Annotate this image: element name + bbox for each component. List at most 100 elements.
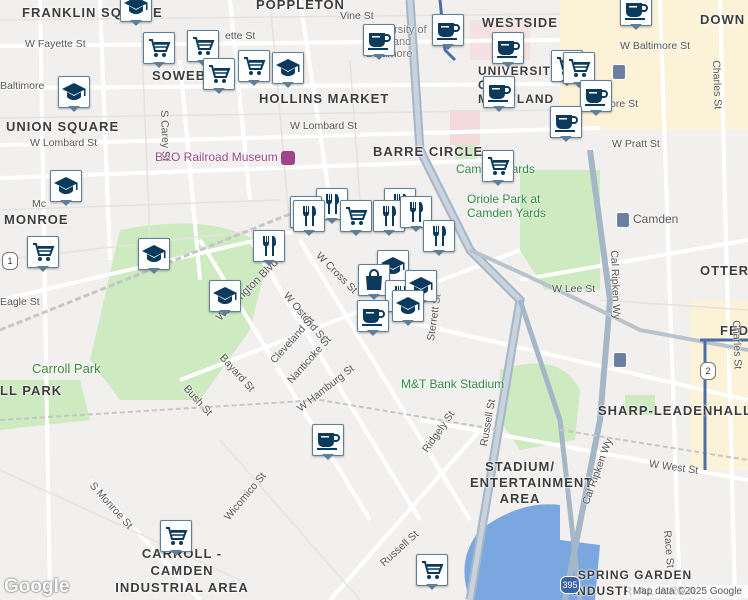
cafe-pin[interactable]	[432, 14, 464, 50]
label-mt-bank-stadium[interactable]: M&T Bank Stadium	[401, 377, 504, 391]
graduation-cap-icon	[62, 81, 86, 103]
street-baltimore-west: Baltimore	[0, 80, 45, 92]
school-pin[interactable]	[138, 238, 170, 274]
cart-icon	[242, 55, 266, 77]
street-carey: S Carey St	[158, 110, 172, 162]
school-pin[interactable]	[272, 52, 304, 88]
cart-icon	[486, 155, 510, 177]
label-carroll-park: Carroll Park	[32, 361, 101, 376]
cart-icon	[207, 63, 231, 85]
street-fayette: W Fayette St	[25, 38, 86, 50]
street-baltimore-frag: ore St	[610, 98, 639, 110]
cafe-pin[interactable]	[483, 76, 515, 112]
cart-icon	[147, 37, 171, 59]
cart-icon	[420, 559, 444, 581]
coffee-cup-icon	[624, 0, 648, 21]
restaurant-pin[interactable]	[423, 220, 455, 256]
cafe-pin[interactable]	[312, 424, 344, 460]
museum-icon	[281, 150, 296, 165]
label-camden-station[interactable]: Camden	[616, 212, 678, 228]
interstate-shield: 395	[560, 576, 580, 594]
coffee-cup-icon	[361, 305, 385, 327]
graduation-cap-icon	[142, 243, 166, 265]
fork-knife-icon	[377, 205, 401, 227]
restaurant-pin[interactable]	[293, 200, 325, 236]
graduation-cap-icon	[396, 295, 420, 317]
coffee-cup-icon	[554, 111, 578, 133]
label-otterbein: OTTERBE	[700, 263, 748, 278]
map-credit[interactable]: Map data ©2025 Google	[626, 585, 748, 598]
street-vine: Vine St	[340, 10, 374, 22]
cafe-pin[interactable]	[357, 300, 389, 336]
street-charles-south: Charles St	[730, 320, 744, 370]
school-pin[interactable]	[392, 290, 424, 326]
grocery-pin[interactable]	[340, 200, 372, 236]
school-pin[interactable]	[120, 0, 152, 26]
label-stadium-area: STADIUM/ ENTERTAINMENT AREA	[470, 459, 594, 506]
grocery-pin[interactable]	[143, 32, 175, 68]
grocery-pin[interactable]	[160, 520, 192, 556]
transit-icon	[612, 64, 626, 80]
coffee-cup-icon	[436, 19, 460, 41]
label-poppleton: POPPLETON	[256, 0, 345, 12]
label-barre-circle: BARRE CIRCLE	[373, 144, 484, 159]
grocery-pin[interactable]	[27, 236, 59, 272]
graduation-cap-icon	[213, 285, 237, 307]
label-union-square: UNION SQUARE	[6, 119, 120, 134]
coffee-cup-icon	[496, 37, 520, 59]
coffee-cup-icon	[487, 81, 511, 103]
coffee-cup-icon	[584, 85, 608, 107]
street-mc: Mc	[32, 198, 46, 210]
label-oriole-park[interactable]: Oriole Park at Camden Yards	[467, 192, 567, 220]
route-shield: 1	[2, 252, 18, 270]
graduation-cap-icon	[54, 175, 78, 197]
label-downtown: DOWN	[700, 12, 746, 27]
grocery-pin[interactable]	[203, 58, 235, 94]
grocery-pin[interactable]	[416, 554, 448, 590]
label-hollins-market: HOLLINS MARKET	[259, 91, 390, 106]
cart-icon	[31, 241, 55, 263]
restaurant-pin[interactable]	[253, 230, 285, 266]
fork-knife-icon	[257, 235, 281, 257]
cafe-pin[interactable]	[580, 80, 612, 116]
coffee-cup-icon	[367, 29, 391, 51]
street-charles-north: Charles St	[710, 60, 724, 110]
grocery-pin[interactable]	[482, 150, 514, 186]
coffee-cup-icon	[316, 429, 340, 451]
cart-icon	[567, 57, 591, 79]
fork-knife-icon	[427, 225, 451, 247]
transit-icon	[613, 352, 627, 368]
train-station-icon	[616, 212, 630, 228]
shopping-bag-icon	[362, 269, 386, 291]
cafe-pin[interactable]	[620, 0, 652, 30]
label-westside: WESTSIDE	[482, 15, 558, 30]
cafe-pin[interactable]	[550, 106, 582, 142]
cafe-pin[interactable]	[363, 24, 395, 60]
map-canvas[interactable]: FRANKLIN SQUARE POPPLETON WESTSIDE DOWN …	[0, 0, 748, 600]
street-lee: W Lee St	[552, 283, 596, 295]
label-monroe: MONROE	[4, 212, 69, 227]
street-baltimore: W Baltimore St	[620, 40, 691, 52]
street-fayette-frag: ette St	[225, 30, 256, 42]
fork-knife-icon	[297, 205, 321, 227]
grocery-pin[interactable]	[238, 50, 270, 86]
cart-icon	[164, 525, 188, 547]
route-shield: 2	[700, 362, 716, 380]
graduation-cap-icon	[276, 57, 300, 79]
label-sharp-leadenhall: SHARP-LEADENHALL	[598, 403, 748, 418]
street-eagle: Eagle St	[0, 296, 40, 308]
google-logo: Google	[4, 576, 70, 597]
label-bo-museum[interactable]: B&O Railroad Museum	[155, 150, 296, 165]
label-ball-park: LL PARK	[0, 383, 63, 398]
school-pin[interactable]	[58, 76, 90, 112]
street-pratt: W Pratt St	[612, 138, 660, 150]
cart-icon	[191, 35, 215, 57]
cafe-pin[interactable]	[492, 32, 524, 68]
graduation-cap-icon	[124, 0, 148, 17]
cart-icon	[344, 205, 368, 227]
street-cal-ripken-north: Cal Ripken Wy	[608, 250, 623, 320]
street-lombard: W Lombard St	[290, 120, 358, 132]
street-lombard-west: W Lombard St	[30, 137, 98, 149]
school-pin[interactable]	[50, 170, 82, 206]
school-pin[interactable]	[209, 280, 241, 316]
